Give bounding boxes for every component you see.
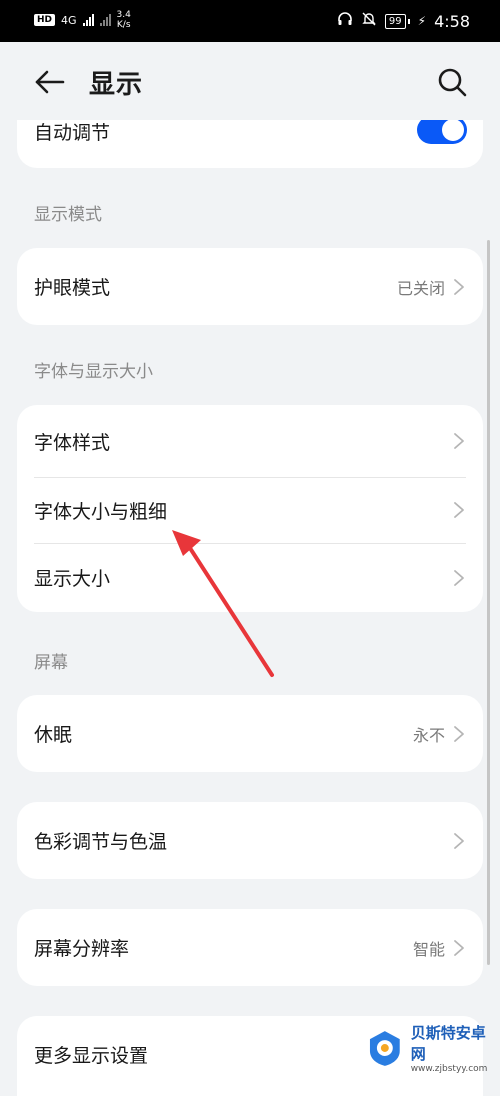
net-speed-unit: K/s (116, 20, 131, 30)
row-resolution[interactable]: 屏幕分辨率 智能 (17, 909, 483, 986)
divider (34, 477, 466, 478)
search-icon (438, 68, 467, 97)
sleep-card: 休眠 永不 (17, 695, 483, 772)
auto-adjust-label: 自动调节 (34, 122, 111, 144)
battery-tip (407, 18, 410, 24)
color-temp-card: 色彩调节与色温 (17, 802, 483, 879)
signal-icon (82, 14, 94, 26)
row-font-style[interactable]: 字体样式 (17, 405, 483, 477)
chevron-right-icon (454, 433, 464, 449)
section-screen: 屏幕 (34, 653, 68, 673)
watermark-logo-icon (369, 1031, 400, 1066)
font-style-label: 字体样式 (34, 431, 111, 454)
row-font-size-weight[interactable]: 字体大小与粗细 (17, 477, 483, 543)
chevron-right-icon (454, 278, 464, 295)
more-display-label: 更多显示设置 (34, 1045, 149, 1067)
clock: 4:58 (434, 11, 470, 31)
font-display-card: 字体样式 字体大小与粗细 显示大小 (17, 405, 483, 612)
watermark-url: www.zjbstyy.com (410, 1064, 488, 1074)
hd-badge: HD (34, 14, 56, 26)
row-color-temp[interactable]: 色彩调节与色温 (17, 802, 483, 879)
section-display-mode: 显示模式 (34, 205, 102, 225)
back-button[interactable] (32, 64, 68, 100)
mute-bell-icon (361, 11, 377, 31)
display-size-label: 显示大小 (34, 568, 111, 590)
font-size-weight-label: 字体大小与粗细 (34, 500, 168, 523)
auto-adjust-toggle[interactable] (417, 120, 467, 144)
arrow-left-icon (35, 70, 65, 94)
status-right: 99 ⚡ 4:58 (337, 11, 470, 31)
resolution-label: 屏幕分辨率 (34, 938, 130, 960)
chevron-right-icon (454, 502, 464, 518)
divider (34, 543, 466, 544)
network-type: 4G (61, 13, 77, 27)
resolution-card: 屏幕分辨率 智能 (17, 909, 483, 986)
net-speed: 3.4 K/s (117, 10, 131, 30)
resolution-value: 智能 (412, 939, 445, 959)
sleep-value: 永不 (412, 725, 445, 745)
battery-level: 99 (388, 15, 402, 27)
toggle-knob (442, 120, 464, 141)
auto-adjust-row[interactable]: 自动调节 (17, 120, 483, 168)
watermark-brand: 贝斯特安卓网 (410, 1024, 486, 1063)
status-bar: HD 4G 3.4 K/s 99 ⚡ 4:58 (0, 0, 500, 42)
auto-adjust-card: 自动调节 (17, 120, 483, 168)
scrollbar[interactable] (487, 240, 490, 965)
net-speed-value: 3.4 (116, 10, 131, 20)
headset-icon (337, 11, 353, 31)
section-font-display-size: 字体与显示大小 (34, 362, 153, 382)
search-button[interactable] (434, 64, 470, 100)
charging-icon: ⚡ (417, 14, 427, 28)
watermark: 贝斯特安卓网 www.zjbstyy.com (365, 1018, 500, 1078)
watermark-text: 贝斯特安卓网 www.zjbstyy.com (411, 1022, 500, 1074)
display-mode-card: 护眼模式 已关闭 (17, 248, 483, 325)
chevron-right-icon (454, 939, 464, 956)
chevron-right-icon (454, 725, 464, 742)
chevron-right-icon (454, 832, 464, 849)
app-bar: 显示 (0, 42, 500, 120)
row-display-size[interactable]: 显示大小 (17, 543, 483, 612)
sleep-label: 休眠 (34, 724, 73, 746)
eye-comfort-label: 护眼模式 (34, 277, 111, 299)
battery-icon: 99 (384, 13, 406, 29)
signal-2-icon (99, 14, 111, 26)
page-title: 显示 (89, 70, 144, 100)
eye-comfort-value: 已关闭 (396, 278, 445, 298)
status-left: HD 4G 3.4 K/s (34, 10, 131, 30)
row-eye-comfort[interactable]: 护眼模式 已关闭 (17, 248, 483, 325)
chevron-right-icon (454, 569, 464, 586)
row-sleep[interactable]: 休眠 永不 (17, 695, 483, 772)
color-temp-label: 色彩调节与色温 (34, 831, 168, 853)
